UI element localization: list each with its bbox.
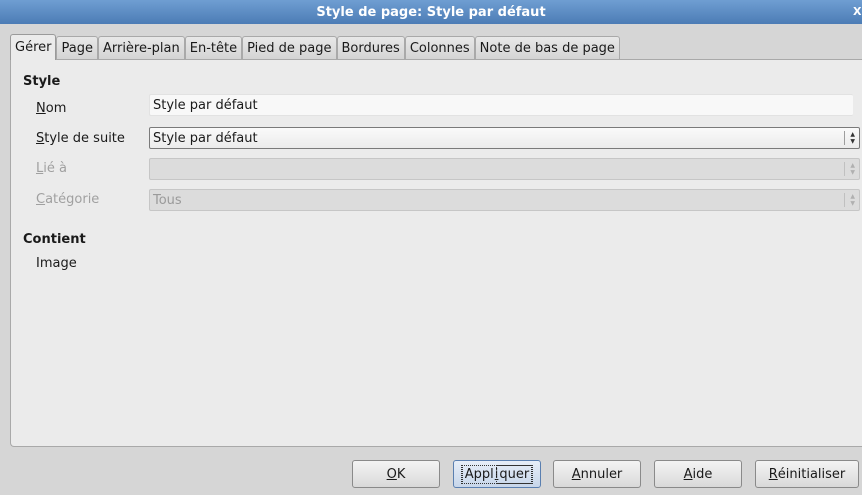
category-label: Catégorie — [36, 192, 100, 207]
cancel-button[interactable]: Annuler — [553, 460, 641, 488]
tab-note-de-bas-de-page[interactable]: Note de bas de page — [474, 36, 620, 60]
spin-arrows-icon: ▲ ▼ — [844, 193, 855, 207]
help-button[interactable]: Aide — [654, 460, 742, 488]
tab-arriere-plan[interactable]: Arrière-plan — [97, 36, 185, 60]
linked-to-select: ▲ ▼ — [149, 158, 860, 180]
ok-button[interactable]: OK — [352, 460, 440, 488]
window-titlebar: Style de page: Style par défaut X — [0, 0, 862, 24]
tab-bordures[interactable]: Bordures — [336, 36, 405, 60]
tab-gerer[interactable]: Gérer — [10, 34, 57, 60]
next-style-select[interactable]: Style par défaut ▲ ▼ — [149, 127, 860, 149]
tab-page[interactable]: Page — [56, 36, 98, 60]
tab-panel: Style Nom Style par défaut Style de suit… — [10, 59, 862, 447]
linked-to-label: Lié à — [36, 161, 67, 176]
window-title: Style de page: Style par défaut — [316, 4, 546, 20]
spin-arrows-icon: ▲ ▼ — [844, 131, 855, 145]
reset-button[interactable]: Réinitialiser — [755, 460, 859, 488]
contains-heading: Contient — [23, 232, 86, 247]
name-field[interactable]: Style par défaut — [149, 94, 853, 116]
spin-arrows-icon: ▲ ▼ — [844, 162, 855, 176]
category-select: Tous ▲ ▼ — [149, 189, 860, 211]
tab-pied-de-page[interactable]: Pied de page — [242, 36, 337, 60]
style-heading: Style — [23, 74, 61, 89]
tab-bar: Gérer Page Arrière-plan En-tête Pied de … — [10, 34, 620, 60]
tab-colonnes[interactable]: Colonnes — [404, 36, 475, 60]
next-style-label: Style de suite — [36, 131, 125, 146]
contains-value: Image — [36, 256, 77, 271]
tab-en-tete[interactable]: En-tête — [184, 36, 243, 60]
apply-button[interactable]: Appliquer — [453, 460, 541, 488]
close-icon[interactable]: X — [853, 4, 862, 20]
name-label: Nom — [36, 101, 67, 116]
